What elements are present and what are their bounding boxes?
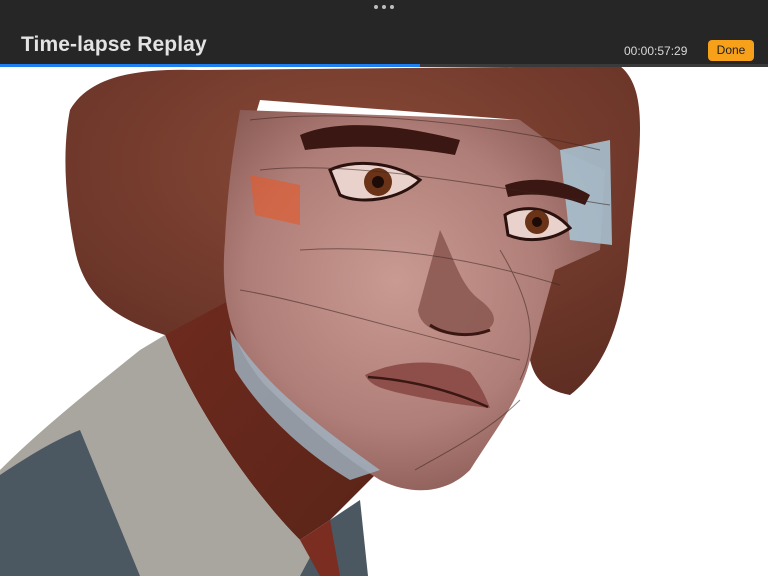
- right-pupil: [532, 217, 542, 227]
- dot: [374, 5, 378, 9]
- artwork-canvas[interactable]: [0, 67, 768, 576]
- dot: [382, 5, 386, 9]
- header-bar: Time-lapse Replay 00:00:57:29 Done: [0, 0, 768, 64]
- elapsed-time: 00:00:57:29: [624, 44, 688, 58]
- done-button[interactable]: Done: [708, 40, 754, 61]
- more-dots-icon[interactable]: [374, 4, 394, 10]
- dot: [390, 5, 394, 9]
- page-title: Time-lapse Replay: [21, 33, 207, 56]
- left-pupil: [372, 176, 384, 188]
- portrait-artwork: [0, 67, 640, 576]
